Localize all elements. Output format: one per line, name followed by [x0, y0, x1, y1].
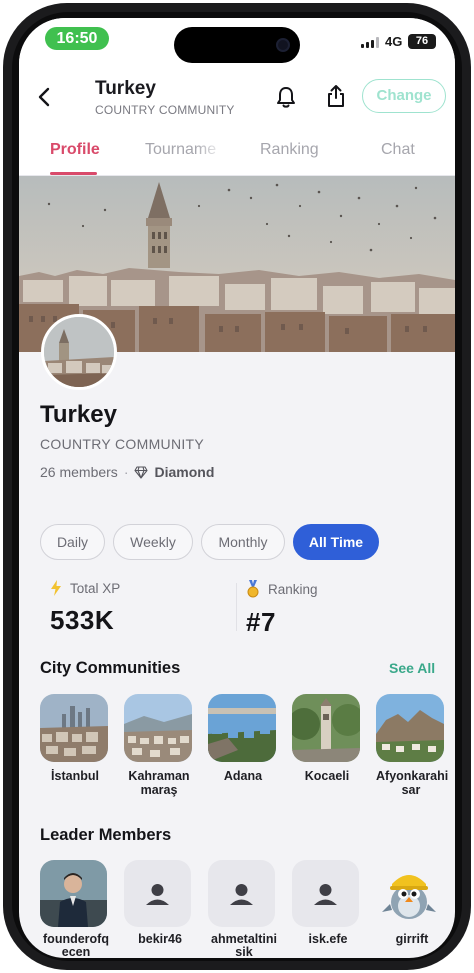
filter-daily[interactable]: Daily: [40, 524, 105, 560]
battery-icon: 76: [408, 34, 436, 49]
community-type: COUNTRY COMMUNITY: [40, 436, 205, 452]
signal-icon: [361, 37, 379, 48]
city-thumbnail: [376, 694, 444, 762]
leader-name: bekir46: [138, 932, 182, 946]
city-name: Afyonkarahi sar: [376, 769, 449, 797]
leader-card[interactable]: ahmetaltini sik: [208, 860, 280, 958]
filter-all-time[interactable]: All Time: [293, 524, 379, 560]
community-name: Turkey: [40, 401, 117, 428]
ranking-value: #7: [246, 607, 276, 637]
leader-card[interactable]: bekir46: [124, 860, 196, 946]
diamond-icon: [134, 465, 149, 479]
city-name: İstanbul: [51, 769, 99, 783]
page-subtitle: COUNTRY COMMUNITY: [95, 103, 235, 117]
page-title: Turkey: [95, 78, 156, 99]
leader-photo: [208, 860, 275, 927]
camera-icon: [276, 38, 290, 52]
medal-icon: [247, 580, 259, 598]
filter-monthly[interactable]: Monthly: [201, 524, 285, 560]
user-placeholder-icon: [230, 884, 253, 905]
leader-members-title: Leader Members: [40, 826, 172, 844]
status-time: 16:50: [45, 27, 109, 50]
city-card-kocaeli[interactable]: Kocaeli: [292, 694, 362, 783]
leader-name: ahmetaltini sik: [211, 932, 277, 959]
tier-label: Diamond: [154, 464, 215, 480]
city-thumbnail: [208, 694, 276, 762]
tab-ranking[interactable]: Ranking: [260, 141, 319, 159]
city-name: Adana: [223, 769, 263, 783]
community-meta: 26 members · Diamond: [40, 464, 214, 480]
bell-icon[interactable]: [275, 85, 297, 109]
member-count: 26 members: [40, 464, 118, 480]
leader-name: founderofq ecen: [43, 932, 109, 959]
city-thumbnail: [292, 694, 360, 762]
city-thumbnail: [40, 694, 108, 762]
leader-card[interactable]: isk.efe: [292, 860, 364, 946]
lightning-icon: [51, 580, 61, 596]
stat-divider: [236, 583, 237, 631]
leader-name: girrift: [395, 932, 429, 946]
tab-chat[interactable]: Chat: [381, 141, 415, 159]
community-avatar: [41, 314, 117, 390]
ranking-label: Ranking: [268, 581, 318, 597]
active-tab-indicator: [50, 172, 97, 175]
city-card-istanbul[interactable]: İstanbul: [40, 694, 110, 783]
dynamic-island: [174, 27, 300, 63]
total-xp-value: 533K: [50, 605, 115, 635]
see-all-link[interactable]: See All: [389, 660, 435, 676]
network-label: 4G: [385, 34, 403, 49]
city-name: Kahraman maraş: [128, 769, 190, 797]
leader-name: isk.efe: [308, 932, 348, 946]
back-arrow-icon[interactable]: [35, 86, 53, 108]
bird-avatar-icon: [382, 875, 436, 919]
city-name: Kocaeli: [304, 769, 350, 783]
city-card-afyonkarahisar[interactable]: Afyonkarahi sar: [376, 694, 449, 797]
city-thumbnail: [124, 694, 192, 762]
meta-separator: ·: [123, 464, 129, 480]
city-card-adana[interactable]: Adana: [208, 694, 278, 783]
filter-weekly[interactable]: Weekly: [113, 524, 193, 560]
total-xp-label: Total XP: [70, 580, 121, 596]
stat-total-xp: Total XP 533K: [50, 580, 120, 636]
change-button[interactable]: Change: [362, 79, 446, 113]
city-communities-title: City Communities: [40, 659, 181, 677]
leader-photo: [292, 860, 359, 927]
tab-fade: [195, 132, 225, 172]
tab-bar: Profile Tourname Ranking Chat: [19, 130, 455, 176]
city-card-kahramanmaras[interactable]: Kahraman maraş: [124, 694, 194, 797]
share-icon[interactable]: [325, 83, 347, 109]
leader-card[interactable]: girrift: [376, 860, 448, 946]
period-filter: Daily Weekly Monthly All Time: [40, 524, 379, 560]
top-app-bar: Turkey COUNTRY COMMUNITY Change: [19, 66, 455, 130]
leader-photo: [124, 860, 191, 927]
leader-photo: [376, 860, 443, 927]
tab-profile[interactable]: Profile: [50, 141, 100, 159]
stat-ranking: Ranking #7: [246, 580, 318, 638]
user-placeholder-icon: [146, 884, 169, 905]
user-placeholder-icon: [314, 884, 337, 905]
header-title-block: Turkey COUNTRY COMMUNITY: [95, 78, 235, 117]
status-bar: 16:50 4G 76: [19, 18, 455, 66]
leader-photo: [40, 860, 107, 927]
app-screen: 16:50 4G 76 Turkey COUNTRY COMMUNITY Cha…: [19, 18, 455, 958]
leader-card[interactable]: founderofq ecen: [40, 860, 112, 958]
